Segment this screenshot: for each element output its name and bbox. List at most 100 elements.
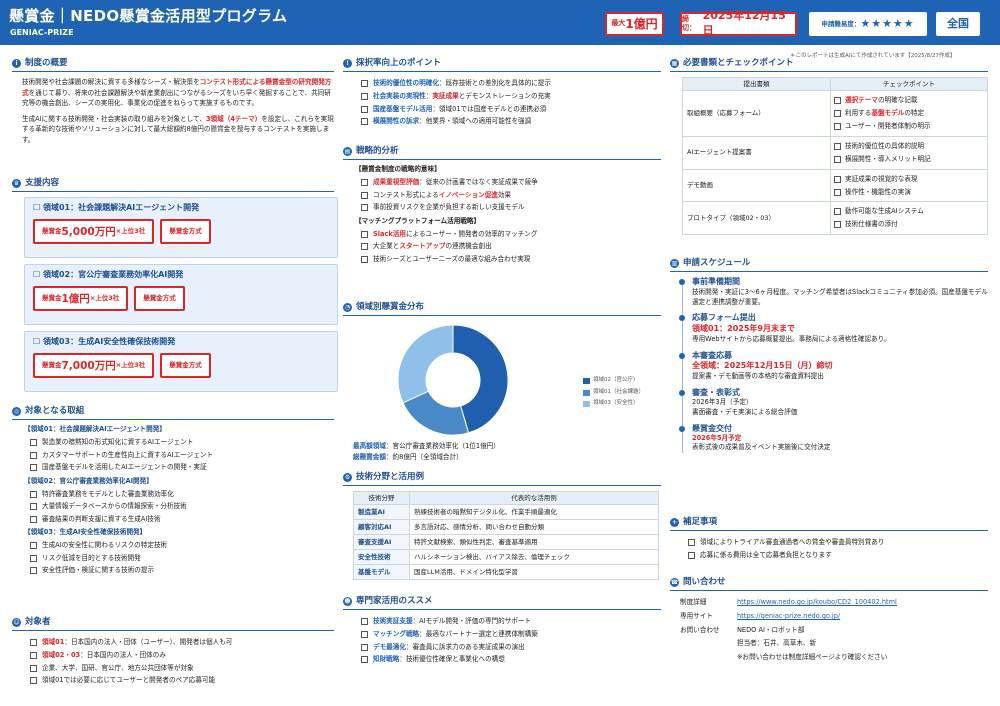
domain-card: ☐ 領域02：官公庁審査業務効率化AI開発 懸賞金 1億円 ×上位3社 懸賞金方式 <box>24 264 338 326</box>
plus-icon: + <box>670 518 679 528</box>
badge-big-text: 2025年12月15日 <box>702 9 786 37</box>
list-item: カスタマーサポートの生産性向上に資するAIエージェント <box>12 449 334 462</box>
highlight-text: 選択テーマ <box>845 96 878 105</box>
list-item: デモ最適化：審査員に訴求力のある実証成果の演出 <box>343 641 661 654</box>
schedule-list: 事前準備期間 技術開発・実証に3〜6ヶ月程度。マッチング希望者はSlackコミュニ… <box>670 277 988 452</box>
legend-label: 領域02（官公庁） <box>593 377 639 384</box>
list-item: 知財戦略：技術優位性確保と事業化への構想 <box>343 653 661 666</box>
point-label: 社会実装の実現性 <box>373 91 426 100</box>
list-item: 領域01では必要に応じてユーザーと開発者のペア応募可能 <box>12 674 334 687</box>
table-cell: 多言語対応、感情分析、問い合わせ自動分類 <box>409 519 659 536</box>
domain-card: ☐ 領域01：社会課題解決AIエージェント開発 懸賞金 5,000万円 ×上位3社 懸賞… <box>24 197 338 259</box>
text: 技術的優位性の具体的説明 <box>845 142 925 150</box>
supplement-list: 領域によりトライアル審査通過者への賞金や審査員特別賞あり 応募に係る費用は全て応募… <box>670 536 988 561</box>
highlight-text: Slack活用 <box>373 229 406 238</box>
text: ：技術優位性確保と事業化への構想 <box>399 655 505 664</box>
domain-list: ☐ 領域01：社会課題解決AIエージェント開発 懸賞金 5,000万円 ×上位3社 懸賞… <box>12 197 338 393</box>
text: 技術仕様書の添付 <box>845 220 898 229</box>
info-icon: i <box>12 59 21 69</box>
highlight-text: 実証成果 <box>432 91 459 100</box>
text: ：他業界・領域への適用可能性を強調 <box>419 117 532 126</box>
prize-amount: 5,000万円 <box>61 225 116 238</box>
prize-suffix: ×上位3社 <box>89 294 120 303</box>
schedule-desc: 技術開発・実証に3〜6ヶ月程度。マッチング希望者はSlackコミュニティ参加必須… <box>692 288 988 306</box>
list-item: コンテスト形式によるイノベーション促進効果 <box>343 189 661 202</box>
support-section: ♛ 支援内容 ☐ 領域01：社会課題解決AIエージェント開発 懸賞金 5,000万円 ×… <box>12 178 338 398</box>
badge-small-text: 最大 <box>611 19 626 28</box>
list-item: 技術的優位性の明確化：既存技術との差別化を具体的に提示 <box>343 77 661 90</box>
section-title: 対象となる取組 <box>25 406 85 416</box>
list-item: 事前投資リスクを企業が負担する新しい支援モデル <box>343 201 661 214</box>
header: 懸賞金｜NEDO懸賞金活用型プログラム GENIAC-PRIZE 最大 1億円 締… <box>0 0 1000 45</box>
checkbox-icon: ☐ <box>33 270 43 280</box>
text: ユーザー・開発者体制の明示 <box>845 122 931 131</box>
list-item: 国産基盤モデルを活用したAIエージェントの開発・実証 <box>12 461 334 474</box>
prize-prefix: 懸賞金 <box>42 227 62 236</box>
domain-card: ☐ 領域03：生成AI安全性確保技術開発 懸賞金 7,000万円 ×上位3社 懸賞金方式 <box>24 331 338 393</box>
summary-value: ：約8億円（全領域合計） <box>385 452 463 461</box>
section-title: 必要書類とチェックポイント <box>683 58 794 68</box>
summary-row: 最高額領域：官公庁審査業務効率化（1位1億円） <box>353 441 661 451</box>
section-title: 対象者 <box>25 617 51 627</box>
table-cell: ハルシネーション検出、バイアス除去、倫理チェック <box>409 549 659 566</box>
section-title: 採択率向上のポイント <box>356 58 442 68</box>
supplement-section: + 補足事項 領域によりトライアル審査通過者への賞金や審査員特別賞あり 応募に係る費… <box>670 517 988 562</box>
table-cell: 安全性技術 <box>353 549 410 566</box>
list-item: 国産基盤モデル活用：領域01では国産モデルとの連携必須 <box>343 103 661 116</box>
schedule-title: 審査・表彰式 <box>692 387 740 397</box>
badge-small-text: 締切： <box>682 14 696 32</box>
eligibility-list: 領域01：日本国内の法人・団体（ユーザー）、開発者は個人も可 領域02・03：日本… <box>12 636 334 686</box>
docs-table: 提出書類 チェックポイント 取組概要（応募フォーム） 選択テーマの明確な記載 利用する… <box>682 77 988 236</box>
pie-chart-icon: ◔ <box>343 303 352 313</box>
detail-link[interactable]: https://www.nedo.go.jp/koubo/CD2_100402.… <box>737 598 897 606</box>
schedule-title: 懸賞金交付 <box>692 423 732 433</box>
gear-icon: ⚙ <box>343 473 352 483</box>
docs-section: ▦ 必要書類とチェックポイント 提出書類 チェックポイント 取組概要（応募フォーム）… <box>670 58 988 236</box>
list-item: 大量情報データベースからの情報探索・分析技術 <box>12 500 334 513</box>
domain-name: 領域02：官公庁審査業務効率化AI開発 <box>42 270 184 280</box>
contact-row: 制度詳細 https://www.nedo.go.jp/koubo/CD2_100… <box>680 596 988 610</box>
overview-section: i 制度の概要 技術開発や社会課題の解決に資する多様なシーズ・解決策をコンテスト形… <box>12 58 334 145</box>
donut-chart <box>397 324 509 436</box>
strategy-group-title: 【マッチングプラットフォーム活用戦略】 <box>355 216 481 225</box>
column-header: 技術分野 <box>353 491 410 506</box>
text: 大企業と <box>373 242 400 251</box>
text: ：従来の計画書ではなく実証成果で競争 <box>419 178 538 187</box>
page-title: 懸賞金｜NEDO懸賞金活用型プログラム <box>9 7 288 25</box>
column-header: 提出書類 <box>682 77 831 92</box>
list-item: 社会実装の実現性：実証成果とデモンストレーションの充実 <box>343 90 661 103</box>
table-cell: 顧客対応AI <box>353 519 410 536</box>
strategy-list-1: 成果重視型評価：従来の計画書ではなく実証成果で競争 コンテスト形式によるイノベーシ… <box>343 176 661 214</box>
site-link[interactable]: https://geniac-prize.nedo.go.jp/ <box>737 612 840 620</box>
list-item: 製造業の暗黙知の形式知化に資するAIエージェント <box>12 436 334 449</box>
text: ：既存技術との差別化を具体的に提示 <box>438 79 551 88</box>
techfields-section: ⚙ 技術分野と活用例 技術分野 代表的な活用例 製造業AI 熟練技術者の暗黙知デジタル… <box>343 472 661 581</box>
schedule-title: 応募フォーム提出 <box>692 313 756 323</box>
section-title: 申請スケジュール <box>683 258 751 268</box>
text: の明確な記載 <box>877 96 918 105</box>
point-label: 技術的優位性の明確化 <box>373 79 439 88</box>
text: ：審査員に訴求力のある実証成果の演出 <box>405 642 525 651</box>
schedule-desc: 表彰式後の成果普及イベント実施後に交付決定 <box>692 443 831 452</box>
text: ：日本国内の法人・団体のみ <box>80 650 166 659</box>
section-title: 支援内容 <box>25 178 60 188</box>
list-item: 横展開性の訴求：他業界・領域への適用可能性を強調 <box>343 115 661 128</box>
table-row: 審査支援AI 特許文献検索、類似性判定、審査基準適用 <box>353 534 659 551</box>
prize-suffix: ×上位3社 <box>115 361 146 370</box>
table-cell: 国産LLM活用、ドメイン特化型学習 <box>409 564 659 581</box>
schedule-section: ▥ 申請スケジュール 事前準備期間 技術開発・実証に3〜6ヶ月程度。マッチング希望者… <box>670 258 988 459</box>
contact-person: 担当者：石井、高草木、新 <box>737 639 817 648</box>
text: 動作可能な生成AIシステム <box>845 207 924 216</box>
section-title: 問い合わせ <box>683 577 726 587</box>
target-groups: 【領域01：社会課題解決AIエージェント開発】 製造業の暗黙知の形式知化に資するA… <box>12 425 334 576</box>
table-row: 基盤モデル 国産LLM活用、ドメイン特化型学習 <box>353 564 659 581</box>
list-item: 領域によりトライアル審査通過者への賞金や審査員特別賞あり <box>670 536 988 549</box>
points-section: ! 採択率向上のポイント 技術的優位性の明確化：既存技術との差別化を具体的に提示社… <box>343 58 661 128</box>
table-row: AIエージェント提案書 技術的優位性の具体的説明 横展開性・導入メリット明記 <box>682 136 988 170</box>
contact-row: お問い合わせ NEDO AI・ロボット部 <box>680 624 988 638</box>
section-title: 領域別懸賞金分布 <box>356 302 425 312</box>
check-item: 技術仕様書の添付 <box>831 218 987 231</box>
checks-cell: 選択テーマの明確な記載 利用する基盤モデルの特定 ユーザー・開発者体制の明示 <box>830 90 988 137</box>
legend-label: 領域01（社会課題） <box>593 388 644 395</box>
prize-amount-badge: 懸賞金 5,000万円 ×上位3社 <box>33 219 155 245</box>
